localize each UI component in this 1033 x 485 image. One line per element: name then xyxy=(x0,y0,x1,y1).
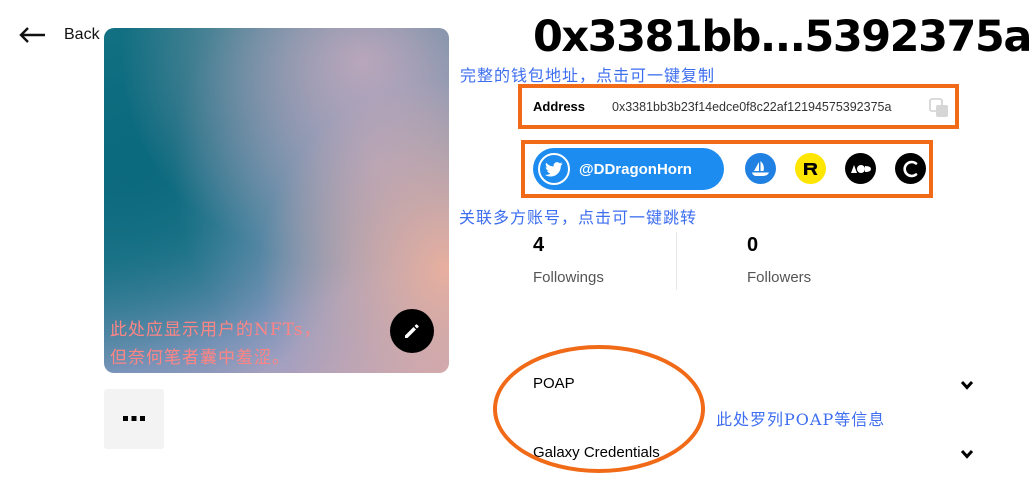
chevron-down-icon[interactable] xyxy=(960,378,974,392)
opensea-icon xyxy=(751,160,769,176)
arrow-left-icon xyxy=(19,27,45,43)
looksrare-icon xyxy=(850,164,871,173)
poap-highlight-oval xyxy=(493,345,705,473)
chevron-down-icon[interactable] xyxy=(960,447,974,461)
copy-icon[interactable] xyxy=(928,97,950,119)
page-title: 0x3381bb...5392375a xyxy=(533,12,1032,62)
rarible-icon xyxy=(803,162,817,175)
twitter-icon xyxy=(538,153,570,185)
poap-annotation: 此处罗列POAP等信息 xyxy=(716,410,886,429)
looksrare-link[interactable] xyxy=(845,153,876,184)
followers-label[interactable]: Followers xyxy=(747,269,811,286)
nft-note-line-1: 此处应显示用户的NFTs， xyxy=(110,320,322,340)
pencil-icon xyxy=(405,324,419,338)
stats-divider xyxy=(676,232,677,290)
address-label: Address xyxy=(533,99,586,114)
rarible-link[interactable] xyxy=(795,153,826,184)
twitter-link-button[interactable]: @DDragonHorn xyxy=(533,148,724,190)
social-annotation: 关联多方账号，点击可一键跳转 xyxy=(459,208,698,227)
opensea-link[interactable] xyxy=(745,153,776,184)
followings-label[interactable]: Followings xyxy=(533,269,604,286)
back-label: Back xyxy=(64,26,100,43)
cyberconnect-link[interactable] xyxy=(895,153,926,184)
back-button[interactable]: Back xyxy=(18,24,100,46)
nft-note-line-2: 但奈何笔者囊中羞涩。 xyxy=(110,348,290,368)
edit-button[interactable] xyxy=(390,309,434,353)
address-value[interactable]: 0x3381bb3b23f14edce0f8c22af1219457539237… xyxy=(612,100,891,114)
nft-card: 此处应显示用户的NFTs， 但奈何笔者囊中羞涩。 xyxy=(104,28,449,373)
cyberconnect-icon xyxy=(902,160,917,177)
more-options-button[interactable] xyxy=(104,389,164,449)
twitter-handle: @DDragonHorn xyxy=(579,160,692,178)
nft-note: 此处应显示用户的NFTs， 但奈何笔者囊中羞涩。 xyxy=(110,316,322,372)
more-dots-icon xyxy=(123,416,145,421)
followings-count[interactable]: 4 xyxy=(533,234,544,257)
address-annotation: 完整的钱包地址，点击可一键复制 xyxy=(460,66,716,85)
followers-count[interactable]: 0 xyxy=(747,234,758,257)
